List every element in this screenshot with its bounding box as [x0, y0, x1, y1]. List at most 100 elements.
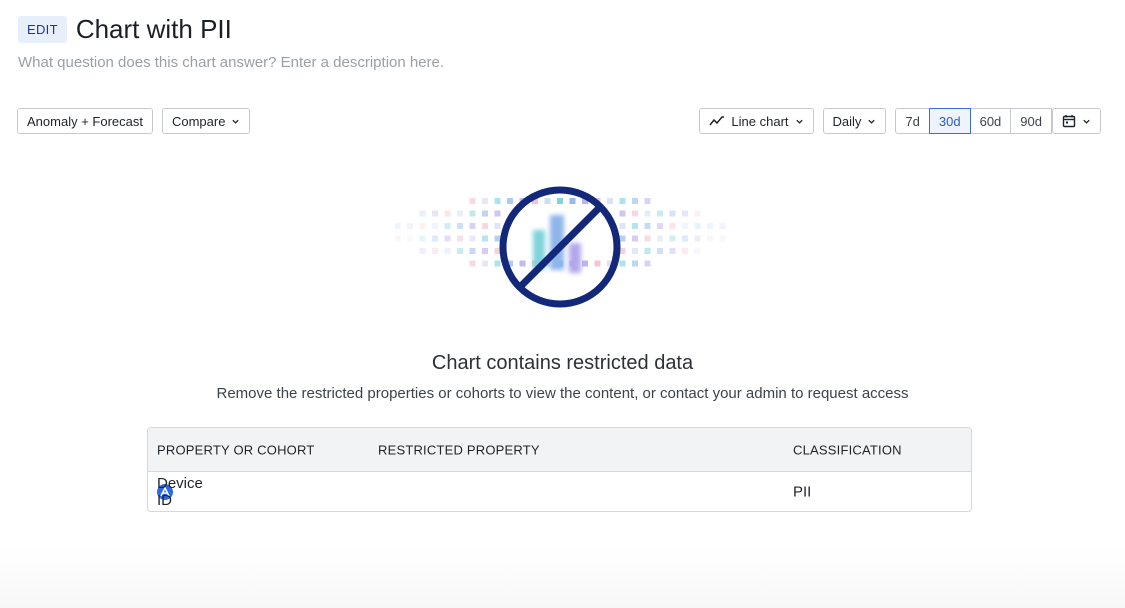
decorative-dot — [444, 235, 451, 242]
decorative-dot — [569, 198, 576, 204]
chart-type-dropdown[interactable]: Line chart — [699, 108, 814, 134]
decorative-dot — [444, 223, 451, 229]
decorative-dot — [444, 248, 451, 254]
decorative-dot — [632, 223, 638, 229]
decorative-dot — [432, 223, 438, 229]
decorative-dot — [494, 210, 501, 217]
decorative-dot — [444, 210, 451, 217]
decorative-dot — [482, 210, 488, 217]
decorative-dot — [669, 210, 676, 217]
decorative-dot — [632, 235, 638, 242]
decorative-dot — [694, 210, 701, 217]
decorative-dot — [482, 235, 488, 242]
anomaly-forecast-button[interactable]: Anomaly + Forecast — [17, 108, 153, 134]
decorative-dot — [694, 248, 701, 254]
decorative-dot — [694, 223, 701, 229]
decorative-dot — [457, 248, 463, 254]
decorative-dot — [619, 210, 626, 217]
decorative-dot — [682, 235, 688, 242]
decorative-dot — [619, 260, 626, 267]
decorative-dot — [432, 210, 438, 217]
decorative-dot — [469, 235, 476, 242]
decorative-dot — [395, 223, 401, 229]
decorative-dot — [494, 235, 501, 242]
bottom-fade — [0, 548, 1125, 608]
date-range-selector: 7d 30d 60d 90d — [895, 108, 1101, 134]
decorative-dot — [619, 223, 626, 229]
decorative-dot — [594, 260, 601, 267]
decorative-dot — [407, 223, 413, 229]
decorative-dot — [407, 235, 413, 242]
restricted-message-subtitle: Remove the restricted properties or coho… — [216, 385, 909, 402]
decorative-dot — [419, 210, 426, 217]
decorative-dot — [494, 260, 501, 267]
decorative-dot — [682, 210, 688, 217]
interval-dropdown[interactable]: Daily — [822, 108, 887, 134]
table-header: PROPERTY OR COHORT RESTRICTED PROPERTY C… — [148, 428, 971, 472]
decorative-dot — [644, 260, 651, 267]
decorative-dot — [557, 198, 563, 204]
decorative-dot — [644, 210, 651, 217]
decorative-dot — [707, 235, 713, 242]
decorative-dot — [669, 248, 676, 254]
interval-label: Daily — [832, 113, 862, 129]
decorative-dot — [432, 248, 438, 254]
decorative-dot — [507, 198, 513, 204]
restricted-properties-table: PROPERTY OR COHORT RESTRICTED PROPERTY C… — [147, 427, 972, 512]
column-header-classification: CLASSIFICATION — [793, 442, 902, 457]
restricted-chart-icon — [395, 186, 726, 308]
decorative-dot — [657, 223, 663, 229]
decorative-dot — [469, 210, 476, 217]
decorative-dot — [469, 198, 476, 204]
range-60d[interactable]: 60d — [969, 108, 1012, 134]
table-row: Device ID PII — [148, 472, 971, 511]
decorative-dot — [657, 248, 663, 254]
decorative-dot — [607, 198, 613, 204]
decorative-dot — [682, 223, 688, 229]
decorative-dot — [469, 260, 476, 267]
edit-badge[interactable]: EDIT — [18, 16, 67, 43]
chart-title[interactable]: Chart with PII — [76, 14, 232, 45]
decorative-dot — [395, 235, 401, 242]
range-30d[interactable]: 30d — [928, 108, 971, 134]
column-header-property: PROPERTY OR COHORT — [157, 442, 315, 457]
decorative-dot — [469, 248, 476, 254]
decorative-dot — [419, 235, 426, 242]
decorative-dot — [694, 235, 701, 242]
chevron-down-icon — [232, 119, 240, 124]
decorative-dot — [644, 198, 651, 204]
decorative-dot — [419, 248, 426, 254]
decorative-dot — [582, 260, 588, 267]
decorative-dot — [457, 223, 463, 229]
range-90d[interactable]: 90d — [1010, 108, 1052, 134]
decorative-dot — [632, 198, 638, 204]
line-chart-icon — [709, 116, 725, 126]
decorative-dot — [482, 198, 488, 204]
chevron-down-icon — [1083, 119, 1090, 124]
decorative-dot — [644, 248, 651, 254]
calendar-icon — [1062, 115, 1076, 128]
toolbar-right: Line chart Daily 7d 30d 60d 90d — [699, 108, 1101, 134]
decorative-dot — [419, 223, 426, 229]
calendar-dropdown[interactable] — [1052, 108, 1101, 134]
classification-cell: PII — [793, 483, 812, 500]
decorative-dot — [657, 235, 663, 242]
decorative-dot — [519, 260, 526, 267]
compare-dropdown[interactable]: Compare — [161, 108, 251, 134]
chevron-down-icon — [795, 119, 803, 124]
decorative-dot — [719, 223, 726, 229]
column-header-restricted: RESTRICTED PROPERTY — [378, 442, 540, 457]
range-7d[interactable]: 7d — [895, 108, 930, 134]
decorative-dot — [644, 223, 651, 229]
decorative-dot — [657, 210, 663, 217]
decorative-dot — [457, 210, 463, 217]
decorative-dot — [482, 248, 488, 254]
compare-label: Compare — [171, 113, 226, 129]
decorative-dot — [669, 223, 676, 229]
decorative-dot — [432, 235, 438, 242]
decorative-dot — [632, 210, 638, 217]
decorative-dot — [669, 235, 676, 242]
decorative-dot — [632, 248, 638, 254]
description-field[interactable]: What question does this chart answer? En… — [18, 54, 444, 71]
restricted-message-title: Chart contains restricted data — [431, 352, 694, 374]
